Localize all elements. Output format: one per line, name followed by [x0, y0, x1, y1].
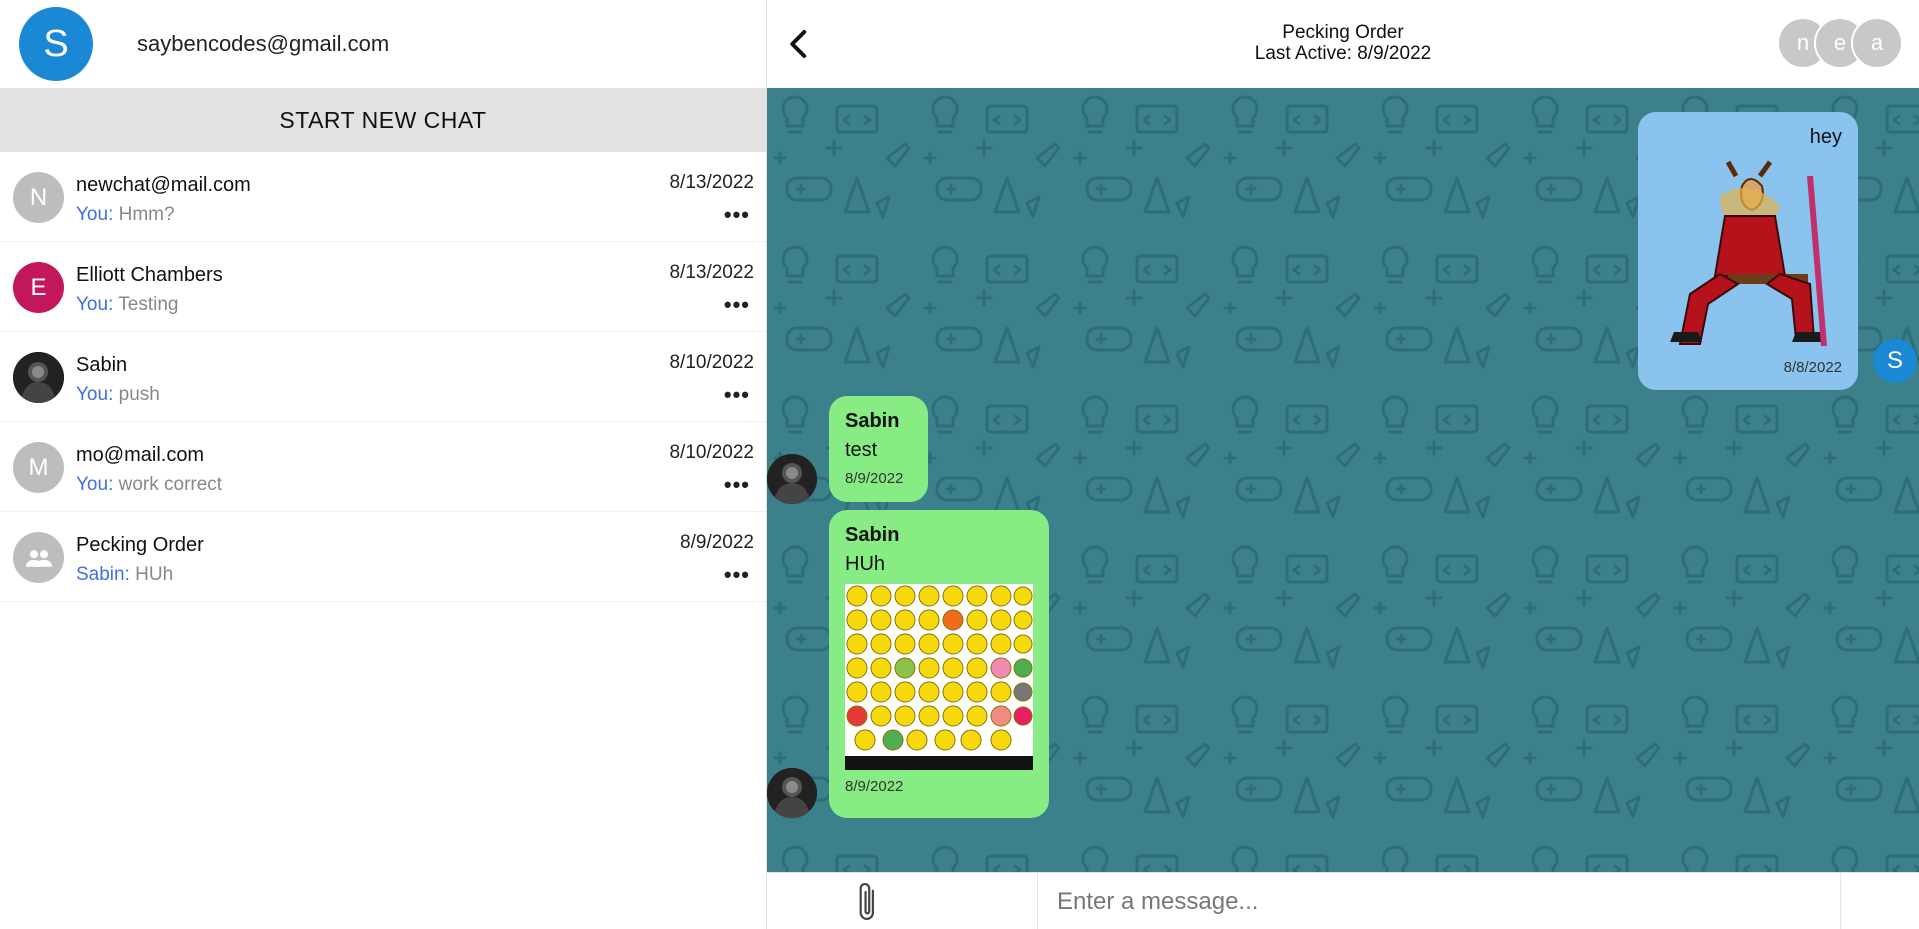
chat-preview: You: work correct	[76, 474, 222, 496]
preview-sender: You:	[76, 204, 114, 225]
chat-sidebar: S saybencodes@gmail.com START NEW CHAT N…	[0, 0, 767, 929]
preview-sender: You:	[76, 294, 114, 315]
more-options-icon[interactable]: •••	[724, 292, 750, 318]
sticker-image[interactable]	[1650, 156, 1846, 348]
preview-sender: Sabin:	[76, 564, 130, 585]
message-text: test	[845, 439, 878, 461]
chat-date: 8/13/2022	[669, 262, 754, 283]
member-avatar: a	[1851, 17, 1903, 69]
more-options-icon[interactable]: •••	[724, 382, 750, 408]
message-bubble-mine[interactable]: hey 8/8/2022	[1638, 112, 1858, 390]
chat-avatar: N	[13, 172, 64, 223]
profile-header: S saybencodes@gmail.com	[0, 0, 766, 88]
sender-avatar	[767, 768, 817, 818]
chat-list: N newchat@mail.com You: Hmm? 8/13/2022 •…	[0, 152, 766, 602]
message-area[interactable]: hey 8/8/2022 S Sabin test 8/9/2022 Sabin…	[767, 88, 1919, 872]
start-new-chat-button[interactable]: START NEW CHAT	[0, 88, 766, 152]
chat-preview: You: Testing	[76, 294, 178, 316]
message-text: HUh	[845, 553, 886, 575]
conversation-header: Pecking Order Last Active: 8/9/2022 n e …	[767, 0, 1919, 88]
message-sender: Sabin	[845, 410, 900, 432]
chat-preview: Sabin: HUh	[76, 564, 173, 586]
message-sender: Sabin	[845, 524, 900, 546]
more-options-icon[interactable]: •••	[724, 472, 750, 498]
chat-list-item[interactable]: M mo@mail.com You: work correct 8/10/202…	[0, 422, 766, 512]
preview-text: HUh	[135, 564, 174, 585]
message-text: hey	[1809, 126, 1842, 148]
preview-sender: You:	[76, 474, 114, 495]
paperclip-icon[interactable]	[853, 881, 883, 925]
conversation-title: Pecking Order	[1282, 22, 1404, 43]
chat-avatar: E	[13, 262, 64, 313]
chat-name: mo@mail.com	[76, 444, 205, 466]
preview-text: Testing	[118, 294, 179, 315]
chat-date: 8/9/2022	[680, 532, 754, 553]
divider	[1037, 873, 1038, 929]
preview-text: Hmm?	[118, 204, 175, 225]
user-email: saybencodes@gmail.com	[137, 31, 390, 56]
chat-app: S saybencodes@gmail.com START NEW CHAT N…	[0, 0, 1919, 929]
chat-preview: You: push	[76, 384, 160, 406]
chat-name: Sabin	[76, 354, 128, 376]
sender-avatar	[767, 454, 817, 504]
conversation-title-block: Pecking Order Last Active: 8/9/2022	[767, 22, 1919, 64]
divider	[1840, 873, 1841, 929]
chat-avatar: M	[13, 442, 64, 493]
message-bubble-theirs[interactable]: Sabin test 8/9/2022	[829, 396, 928, 502]
chat-name: newchat@mail.com	[76, 174, 251, 196]
chat-date: 8/10/2022	[669, 352, 754, 373]
message-time: 8/8/2022	[1783, 359, 1842, 376]
more-options-icon[interactable]: •••	[724, 202, 750, 228]
last-active: Last Active: 8/9/2022	[1254, 43, 1432, 64]
chat-list-item[interactable]: Pecking Order Sabin: HUh 8/9/2022 •••	[0, 512, 766, 602]
message-input[interactable]	[1057, 883, 1817, 921]
message-composer	[767, 872, 1919, 929]
chat-avatar-photo	[13, 352, 64, 403]
more-options-icon[interactable]: •••	[724, 562, 750, 588]
chat-list-item[interactable]: Sabin You: push 8/10/2022 •••	[0, 332, 766, 422]
preview-sender: You:	[76, 384, 114, 405]
user-avatar[interactable]: S	[19, 7, 93, 81]
chat-date: 8/10/2022	[669, 442, 754, 463]
chat-date: 8/13/2022	[669, 172, 754, 193]
chat-list-item[interactable]: E Elliott Chambers You: Testing 8/13/202…	[0, 242, 766, 332]
conversation-panel: Pecking Order Last Active: 8/9/2022 n e …	[767, 0, 1919, 929]
member-avatars[interactable]: n e a	[1777, 17, 1907, 69]
preview-text: push	[118, 384, 160, 405]
chat-list-item[interactable]: N newchat@mail.com You: Hmm? 8/13/2022 •…	[0, 152, 766, 242]
chat-name: Elliott Chambers	[76, 264, 223, 286]
emoji-sheet-image[interactable]	[845, 584, 1033, 770]
message-bubble-theirs[interactable]: Sabin HUh 8/9/2022	[829, 510, 1049, 818]
preview-text: work correct	[118, 474, 223, 495]
chat-name: Pecking Order	[76, 534, 204, 556]
message-time: 8/9/2022	[845, 778, 904, 795]
message-time: 8/9/2022	[845, 470, 904, 487]
group-icon	[13, 532, 64, 583]
chat-preview: You: Hmm?	[76, 204, 175, 226]
my-avatar: S	[1873, 339, 1917, 383]
